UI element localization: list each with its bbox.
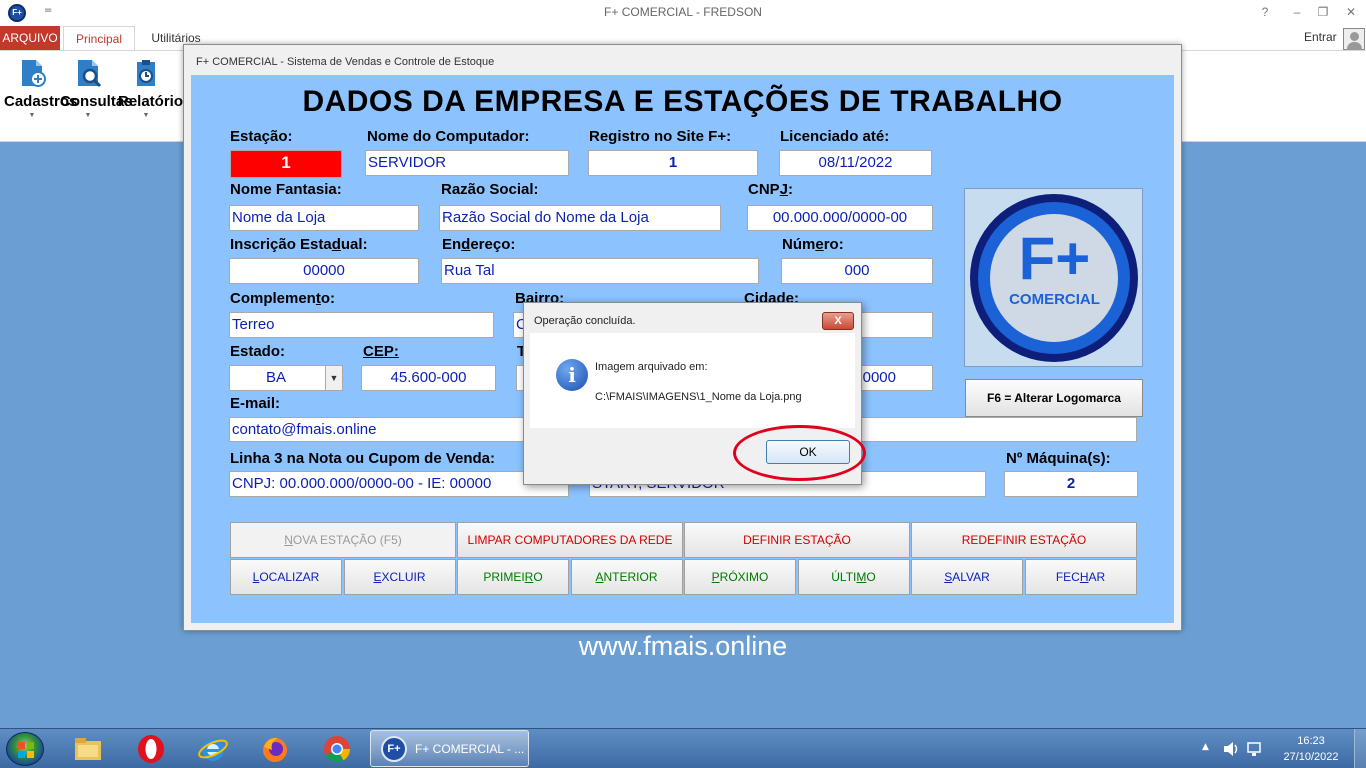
fechar-button[interactable]: FECHAR	[1024, 559, 1137, 595]
nome-fantasia-field[interactable]: Nome da Loja	[229, 205, 419, 231]
tab-arquivo[interactable]: ARQUIVO	[0, 26, 60, 50]
logo-comercial-text: COMERCIAL	[1009, 291, 1100, 308]
info-icon: i	[556, 359, 588, 391]
website-watermark: www.fmais.online	[578, 631, 788, 661]
report-clock-icon	[137, 60, 155, 86]
help-button[interactable]: ?	[1250, 3, 1280, 23]
search-document-icon	[78, 60, 102, 88]
endereco-label: Endereço:	[442, 236, 516, 253]
linha3-label: Linha 3 na Nota ou Cupom de Venda:	[230, 450, 496, 467]
relatorios-label: Relatórios	[118, 93, 192, 110]
alterar-logomarca-button[interactable]: F6 = Alterar Logomarca	[965, 379, 1143, 417]
ultimo-button[interactable]: ÚLTIMO	[797, 559, 910, 595]
nome-computador-field[interactable]: SERVIDOR	[365, 150, 569, 176]
cep-label: CEP:	[363, 343, 399, 360]
licenciado-field[interactable]: 08/11/2022	[779, 150, 932, 176]
windows-logo-icon	[18, 742, 34, 758]
complemento-field[interactable]: Terreo	[229, 312, 494, 338]
chrome-icon[interactable]	[321, 733, 353, 765]
taskbar: F+ F+ COMERCIAL - ... ▲ 16:23 27/10/2022	[0, 728, 1366, 768]
cnpj-field[interactable]: 00.000.000/0000-00	[747, 205, 933, 231]
user-avatar-icon[interactable]	[1343, 28, 1365, 50]
anterior-button[interactable]: ANTERIOR	[570, 559, 683, 595]
salvar-button[interactable]: SALVAR	[911, 559, 1023, 595]
cep-field[interactable]: 45.600-000	[361, 365, 496, 391]
taskbar-window-label: F+ COMERCIAL - ...	[415, 742, 525, 756]
opera-browser-icon[interactable]	[135, 733, 167, 765]
estacao-label: Estação:	[230, 128, 293, 145]
file-explorer-icon[interactable]	[72, 733, 104, 765]
chevron-down-icon: ▼	[84, 112, 92, 119]
clock-date[interactable]: 27/10/2022	[1276, 751, 1346, 763]
cnpj-label: CNPJ:	[748, 181, 794, 198]
volume-icon[interactable]	[1222, 741, 1240, 757]
razao-social-label: Razão Social:	[441, 181, 539, 198]
limpar-computadores-button[interactable]: LIMPAR COMPUTADORES DA REDE	[457, 522, 683, 558]
firefox-icon[interactable]	[259, 733, 291, 765]
dialog-message: Imagem arquivado em:	[595, 361, 708, 373]
chevron-down-icon[interactable]: ▼	[325, 366, 342, 390]
definir-estacao-button[interactable]: DEFINIR ESTAÇÃO	[684, 522, 910, 558]
registro-field[interactable]: 1	[588, 150, 758, 176]
taskbar-fplus-window[interactable]: F+ F+ COMERCIAL - ...	[370, 730, 529, 767]
maquinas-field[interactable]: 2	[1004, 471, 1138, 497]
numero-field[interactable]: 000	[781, 258, 933, 284]
cadastros-button[interactable]: Cadastros ▼	[4, 57, 78, 119]
page-title: DADOS DA EMPRESA E ESTAÇÕES DE TRABALHO	[302, 85, 1063, 118]
internet-explorer-icon[interactable]	[197, 733, 229, 765]
registro-label: Registro no Site F+:	[589, 128, 732, 145]
redefinir-estacao-button[interactable]: REDEFINIR ESTAÇÃO	[911, 522, 1137, 558]
nova-estacao-button[interactable]: NOVA ESTAÇÃO (F5)	[230, 522, 456, 558]
estado-label: Estado:	[230, 343, 286, 360]
cadastros-label: Cadastros	[4, 93, 78, 110]
fplus-app-icon: F+	[381, 736, 407, 762]
estado-value: BA	[266, 369, 287, 386]
logo-f-plus-text: F+	[1018, 225, 1091, 292]
maquinas-label: Nº Máquina(s):	[1006, 450, 1111, 467]
relatorios-button[interactable]: Relatórios ▼	[118, 57, 192, 119]
primeiro-button[interactable]: PRIMEIRO	[457, 559, 569, 595]
excluir-button[interactable]: EXCLUIR	[343, 559, 456, 595]
restore-button[interactable]: ❐	[1308, 3, 1338, 23]
complemento-label: Complemento:	[230, 290, 336, 307]
nome-fantasia-label: Nome Fantasia:	[230, 181, 342, 198]
consultas-label: Consultas	[60, 93, 133, 110]
dialog-title: Operação concluída.	[534, 315, 636, 327]
estado-select[interactable]: BA ▼	[229, 365, 343, 391]
sign-in-link[interactable]: Entrar	[1304, 30, 1337, 44]
nome-computador-label: Nome do Computador:	[367, 128, 530, 145]
dialog-file-path: C:\FMAIS\IMAGENS\1_Nome da Loja.png	[595, 391, 802, 403]
close-button[interactable]: ✕	[1336, 3, 1366, 23]
document-add-icon	[22, 60, 46, 87]
dialog-close-button[interactable]: X	[822, 312, 854, 330]
tray-expand-icon[interactable]: ▲	[1202, 742, 1209, 752]
proximo-button[interactable]: PRÓXIMO	[684, 559, 796, 595]
email-label: E-mail:	[230, 395, 281, 412]
form-caption: F+ COMERCIAL - Sistema de Vendas e Contr…	[196, 56, 495, 68]
start-button[interactable]	[6, 732, 44, 766]
network-icon[interactable]	[1246, 740, 1264, 758]
chevron-down-icon: ▼	[142, 112, 150, 119]
chevron-down-icon: ▼	[28, 112, 36, 119]
show-desktop-button[interactable]	[1354, 729, 1366, 768]
window-title: F+ COMERCIAL - FREDSON	[604, 5, 762, 19]
numero-label: Número:	[782, 236, 844, 253]
razao-social-field[interactable]: Razão Social do Nome da Loja	[439, 205, 721, 231]
localizar-button[interactable]: LOCALIZAR	[230, 559, 342, 595]
highlight-circle-annotation	[733, 425, 866, 481]
company-logo: F+ COMERCIAL	[964, 188, 1143, 367]
clock-time[interactable]: 16:23	[1276, 735, 1346, 747]
dialog-content: i Imagem arquivado em: C:\FMAIS\IMAGENS\…	[530, 333, 855, 428]
linha3-field[interactable]: CNPJ: 00.000.000/0000-00 - IE: 00000	[229, 471, 569, 497]
consultas-button[interactable]: Consultas ▼	[60, 57, 133, 119]
endereco-field[interactable]: Rua Tal	[441, 258, 759, 284]
estacao-field[interactable]: 1	[230, 150, 342, 178]
title-bar: F+ = F+ COMERCIAL - FREDSON ? – ❐ ✕	[0, 0, 1366, 26]
inscricao-estadual-label: Inscrição Estadual:	[230, 236, 368, 253]
inscricao-estadual-field[interactable]: 00000	[229, 258, 419, 284]
tab-principal[interactable]: Principal	[63, 26, 135, 51]
licenciado-label: Licenciado até:	[780, 128, 890, 145]
